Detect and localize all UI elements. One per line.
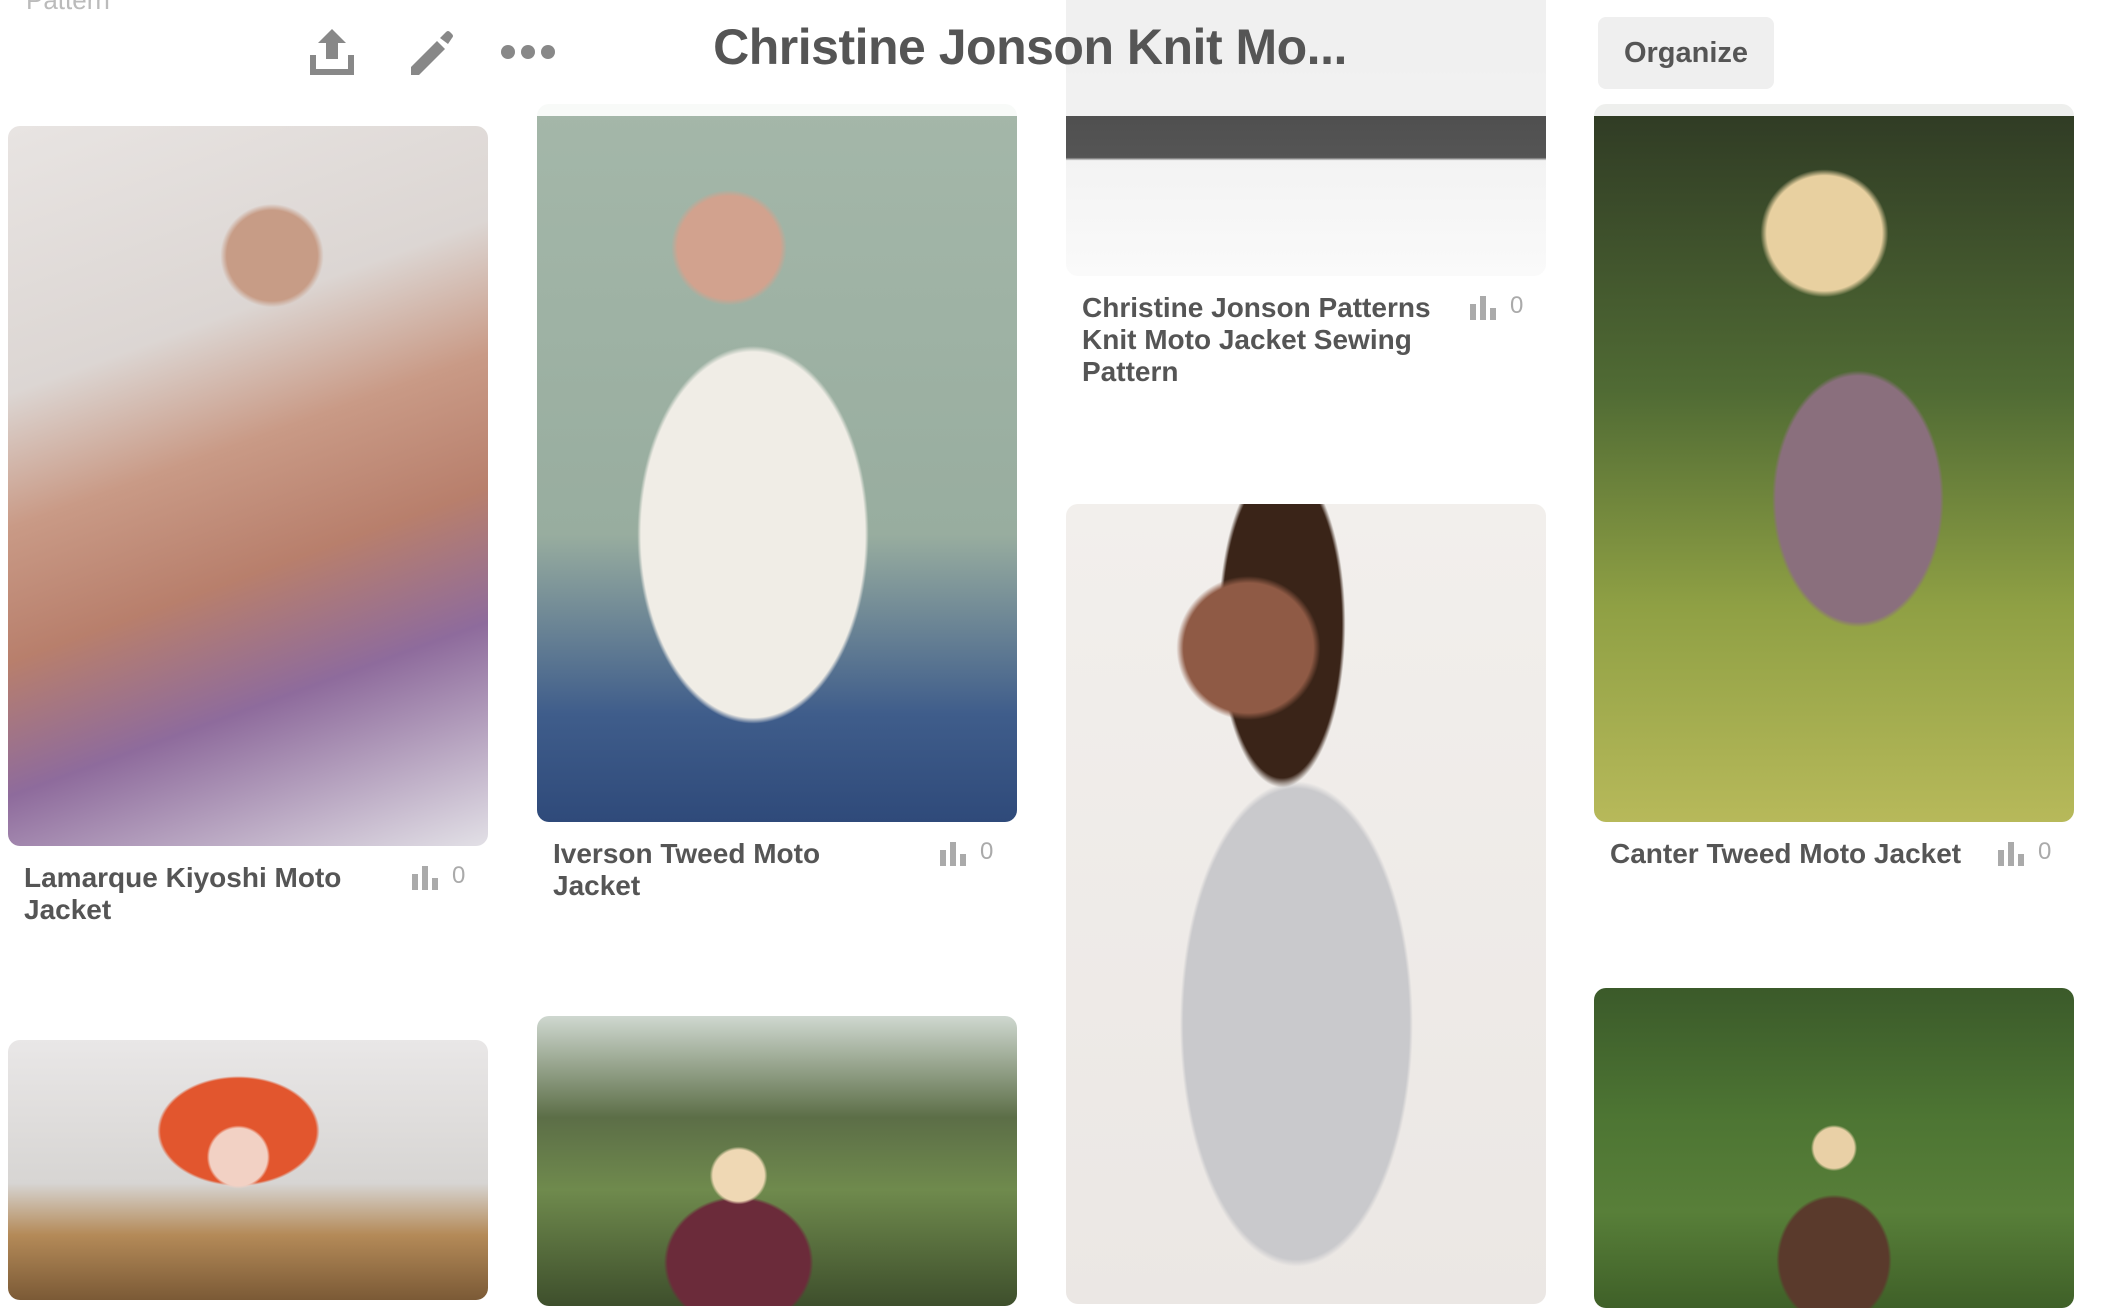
pin-stat-count: 0 [980, 838, 994, 865]
pin-title[interactable]: Lamarque Kiyoshi Moto Jacket [24, 862, 364, 926]
pin-stats: 0 [1998, 838, 2051, 866]
pin-image[interactable] [537, 1016, 1017, 1306]
pin-image[interactable] [1594, 988, 2074, 1308]
stats-bar-icon [1470, 296, 1496, 320]
pin-stat-count: 0 [2038, 838, 2052, 865]
share-icon[interactable] [302, 22, 362, 82]
pin-title[interactable]: Iverson Tweed Moto Jacket [553, 838, 873, 902]
pin-image[interactable] [1594, 104, 2074, 822]
partial-pin-title-top: Pattern [0, 0, 446, 14]
pin-image[interactable] [537, 104, 1017, 822]
pin-stats: 0 [940, 838, 993, 866]
stats-bar-icon [940, 842, 966, 866]
edit-pencil-icon[interactable] [400, 22, 460, 82]
pin-title[interactable]: Canter Tweed Moto Jacket [1610, 838, 2010, 870]
pin-image[interactable] [8, 126, 488, 846]
pin-stat-count: 0 [452, 862, 466, 889]
pin-title[interactable]: Christine Jonson Patterns Knit Moto Jack… [1082, 292, 1462, 388]
stats-bar-icon [412, 866, 438, 890]
more-icon[interactable] [498, 22, 558, 82]
pin-image[interactable] [1066, 504, 1546, 1304]
pin-stats: 0 [1470, 292, 1523, 320]
stats-bar-icon [1998, 842, 2024, 866]
board-header: Christine Jonson Knit Mo... Organize [0, 0, 2108, 116]
board-title: Christine Jonson Knit Mo... [713, 19, 1347, 75]
organize-button[interactable]: Organize [1598, 17, 1774, 89]
pin-image[interactable] [8, 1040, 488, 1300]
pin-stat-count: 0 [1510, 292, 1524, 319]
pin-stats: 0 [412, 862, 465, 890]
